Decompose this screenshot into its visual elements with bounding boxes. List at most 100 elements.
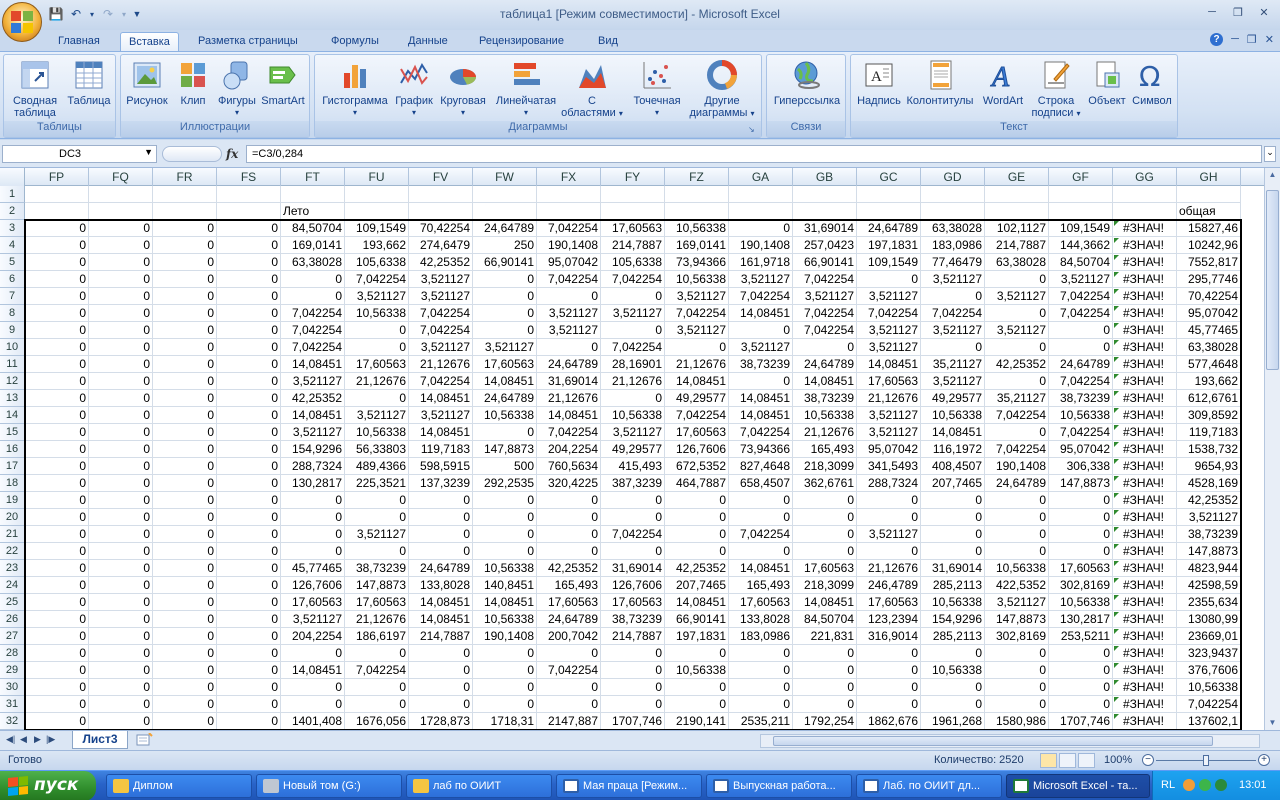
table-cell[interactable]: 28,16901	[601, 356, 665, 373]
table-cell[interactable]: 15827,46	[1177, 220, 1241, 237]
table-cell[interactable]: 0	[153, 390, 217, 407]
table-cell[interactable]: 7,042254	[537, 424, 601, 441]
table-cell[interactable]: 119,7183	[409, 441, 473, 458]
table-cell[interactable]: 3,521127	[345, 526, 409, 543]
table-cell[interactable]: 14,08451	[409, 611, 473, 628]
table-cell[interactable]: 0	[25, 645, 89, 662]
table-cell[interactable]: 3,521127	[281, 373, 345, 390]
table-cell[interactable]	[1049, 186, 1113, 203]
table-cell[interactable]: 109,1549	[345, 220, 409, 237]
normal-view-icon[interactable]	[1040, 753, 1057, 768]
table-cell[interactable]: 0	[281, 543, 345, 560]
table-cell[interactable]: 3,521127	[1049, 271, 1113, 288]
table-cell[interactable]: 38,73239	[793, 390, 857, 407]
table-cell[interactable]: 7,042254	[857, 305, 921, 322]
table-cell[interactable]: 0	[793, 543, 857, 560]
table-cell[interactable]: 0	[153, 696, 217, 713]
table-cell[interactable]: 0	[89, 696, 153, 713]
table-cell[interactable]: 130,2817	[1049, 611, 1113, 628]
table-cell[interactable]: 0	[217, 305, 281, 322]
table-cell[interactable]: 0	[537, 696, 601, 713]
table-cell[interactable]: 45,77465	[1177, 322, 1241, 339]
table-cell[interactable]: 285,2113	[921, 577, 985, 594]
column-header[interactable]: GG	[1113, 168, 1177, 186]
table-cell[interactable]: 31,69014	[921, 560, 985, 577]
table-cell[interactable]: 7,042254	[601, 339, 665, 356]
pie-chart-button[interactable]: Круговая ▾	[437, 59, 489, 119]
table-cell[interactable]: 7,042254	[409, 322, 473, 339]
table-cell[interactable]: 14,08451	[729, 407, 793, 424]
table-cell[interactable]: 0	[153, 543, 217, 560]
table-cell[interactable]: 0	[25, 594, 89, 611]
table-cell[interactable]: 0	[217, 288, 281, 305]
table-cell[interactable]: 7,042254	[729, 424, 793, 441]
table-cell[interactable]: 0	[217, 254, 281, 271]
table-cell[interactable]: 408,4507	[921, 458, 985, 475]
minimize-icon[interactable]: ─	[1200, 4, 1224, 20]
table-cell[interactable]: 0	[345, 390, 409, 407]
table-cell[interactable]: 0	[25, 339, 89, 356]
table-cell[interactable]: 130,2817	[281, 475, 345, 492]
zoom-slider[interactable]: − +	[1142, 754, 1272, 768]
page-break-view-icon[interactable]	[1078, 753, 1095, 768]
table-cell[interactable]: 0	[281, 696, 345, 713]
table-cell[interactable]: 0	[793, 645, 857, 662]
table-cell[interactable]: 0	[601, 543, 665, 560]
table-cell[interactable]: 1707,746	[1049, 713, 1113, 730]
table-cell[interactable]: 66,90141	[665, 611, 729, 628]
table-cell[interactable]: 7,042254	[665, 407, 729, 424]
table-cell[interactable]: 154,9296	[281, 441, 345, 458]
table-cell[interactable]: 14,08451	[409, 390, 473, 407]
table-cell[interactable]	[601, 186, 665, 203]
table-cell[interactable]: 0	[153, 645, 217, 662]
row-header[interactable]: 19	[0, 492, 25, 509]
table-cell[interactable]: 14,08451	[921, 424, 985, 441]
table-cell[interactable]: 190,1408	[537, 237, 601, 254]
table-cell[interactable]: 10,56338	[473, 611, 537, 628]
table-cell[interactable]: 0	[345, 543, 409, 560]
column-header[interactable]: FZ	[665, 168, 729, 186]
table-cell[interactable]: 0	[25, 560, 89, 577]
table-cell[interactable]: 0	[793, 696, 857, 713]
table-cell[interactable]: 0	[345, 339, 409, 356]
table-cell[interactable]	[537, 203, 601, 220]
header-footer-button[interactable]: Колонтитулы	[905, 59, 975, 107]
table-cell[interactable]: 0	[153, 407, 217, 424]
table-cell[interactable]: 45,77465	[281, 560, 345, 577]
table-cell[interactable]: 218,3099	[793, 577, 857, 594]
table-cell[interactable]	[345, 186, 409, 203]
table-cell[interactable]: 14,08451	[473, 594, 537, 611]
table-cell[interactable]: 14,08451	[537, 407, 601, 424]
column-header[interactable]: GF	[1049, 168, 1113, 186]
row-header[interactable]: 7	[0, 288, 25, 305]
table-cell[interactable]: 49,29577	[921, 390, 985, 407]
table-cell[interactable]: 42,25352	[537, 560, 601, 577]
table-cell[interactable]: 0	[1049, 662, 1113, 679]
table-cell[interactable]: 3,521127	[857, 526, 921, 543]
table-cell[interactable]: 0	[985, 492, 1049, 509]
table-cell[interactable]: 63,38028	[1177, 339, 1241, 356]
other-charts-button[interactable]: Другие диаграммы ▾	[687, 59, 757, 120]
table-cell[interactable]: 0	[793, 662, 857, 679]
table-cell[interactable]: 0	[409, 679, 473, 696]
table-cell[interactable]: 95,07042	[537, 254, 601, 271]
table-cell[interactable]: 7,042254	[665, 305, 729, 322]
row-header[interactable]: 17	[0, 458, 25, 475]
table-cell[interactable]: 0	[25, 577, 89, 594]
table-cell[interactable]: 126,7606	[665, 441, 729, 458]
table-cell[interactable]: 38,73239	[729, 356, 793, 373]
table-cell[interactable]	[665, 203, 729, 220]
table-cell[interactable]: 0	[153, 560, 217, 577]
table-cell[interactable]: 7,042254	[601, 271, 665, 288]
table-cell[interactable]: 7,042254	[281, 322, 345, 339]
column-header[interactable]: FW	[473, 168, 537, 186]
table-button[interactable]: Таблица	[64, 59, 114, 107]
column-header[interactable]: FV	[409, 168, 473, 186]
table-cell[interactable]: 387,3239	[601, 475, 665, 492]
table-cell[interactable]: 10,56338	[601, 407, 665, 424]
table-cell[interactable]: 154,9296	[921, 611, 985, 628]
table-cell[interactable]: 0	[985, 305, 1049, 322]
table-cell[interactable]: 3,521127	[409, 271, 473, 288]
table-cell[interactable]	[217, 203, 281, 220]
row-header[interactable]: 24	[0, 577, 25, 594]
